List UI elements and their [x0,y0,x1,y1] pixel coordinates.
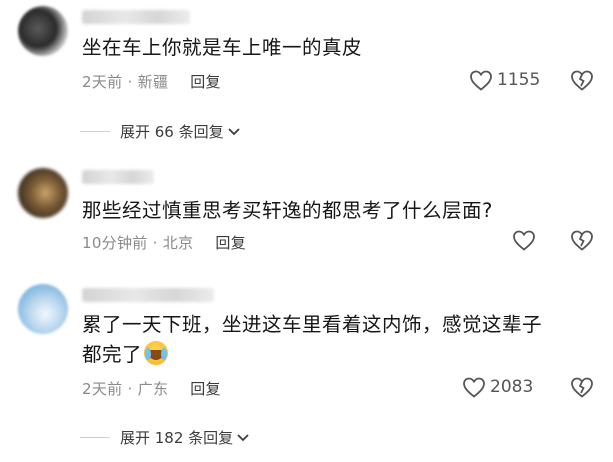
broken-heart-icon [571,377,593,398]
reply-button[interactable]: 回复 [190,73,221,91]
dislike-button[interactable] [570,229,594,255]
broken-heart-icon [571,230,593,251]
comment-item: 坐在车上你就是车上唯一的真皮 2天前 · 新疆 回复 1155 展开 66 条回复 [0,0,613,145]
comment-text: 累了一天下班，坐进这车里看着这内饰，感觉这辈子 都完了 [82,310,542,370]
avatar[interactable] [18,168,68,218]
heart-outline-icon [470,70,492,91]
username-blurred[interactable] [82,10,190,24]
comment-item: 那些经过慎重思考买轩逸的都思考了什么层面? 10分钟前 · 北京 回复 [0,160,613,270]
reply-button[interactable]: 回复 [215,234,246,252]
expand-replies-button[interactable]: 展开 66 条回复 [80,121,241,142]
username-blurred[interactable] [82,170,154,184]
comment-time-location: 2天前 · 广东 [82,380,169,398]
heart-outline-icon [463,377,485,398]
comment-item: 累了一天下班，坐进这车里看着这内饰，感觉这辈子 都完了 2天前 · 广东 回复 2… [0,278,613,462]
avatar[interactable] [18,6,68,56]
like-button[interactable]: 1155 [469,69,540,91]
comment-text-line: 都完了 [82,340,542,370]
comment-meta: 2天前 · 新疆 回复 [82,71,221,92]
divider-line [80,131,110,132]
divider-line [80,437,110,438]
reply-button[interactable]: 回复 [190,380,221,398]
comment-time-location: 2天前 · 新疆 [82,73,169,91]
heart-outline-icon [513,230,535,251]
comment-text: 那些经过慎重思考买轩逸的都思考了什么层面? [82,199,493,222]
avatar[interactable] [18,284,68,334]
chevron-down-icon [237,433,249,441]
chevron-down-icon [227,127,240,135]
like-button[interactable]: 2083 [462,376,533,398]
like-count: 1155 [497,70,541,90]
comment-meta: 10分钟前 · 北京 回复 [82,232,246,253]
expand-replies-label: 展开 66 条回复 [120,123,224,141]
username-blurred[interactable] [82,288,214,302]
expand-replies-label: 展开 182 条回复 [120,429,234,447]
dislike-button[interactable] [570,69,594,95]
broken-heart-icon [571,70,593,91]
like-count: 2083 [490,377,534,397]
comment-text-line: 累了一天下班，坐进这车里看着这内饰，感觉这辈子 [82,313,543,336]
comment-text: 坐在车上你就是车上唯一的真皮 [82,36,363,59]
comment-text-fragment: 都完了 [82,343,143,366]
dislike-button[interactable] [570,376,594,402]
like-button[interactable] [512,229,540,251]
expand-replies-button[interactable]: 展开 182 条回复 [80,427,250,448]
crying-laughing-emoji-icon [144,341,169,365]
comment-time-location: 10分钟前 · 北京 [82,234,194,252]
comment-meta: 2天前 · 广东 回复 [82,378,221,399]
